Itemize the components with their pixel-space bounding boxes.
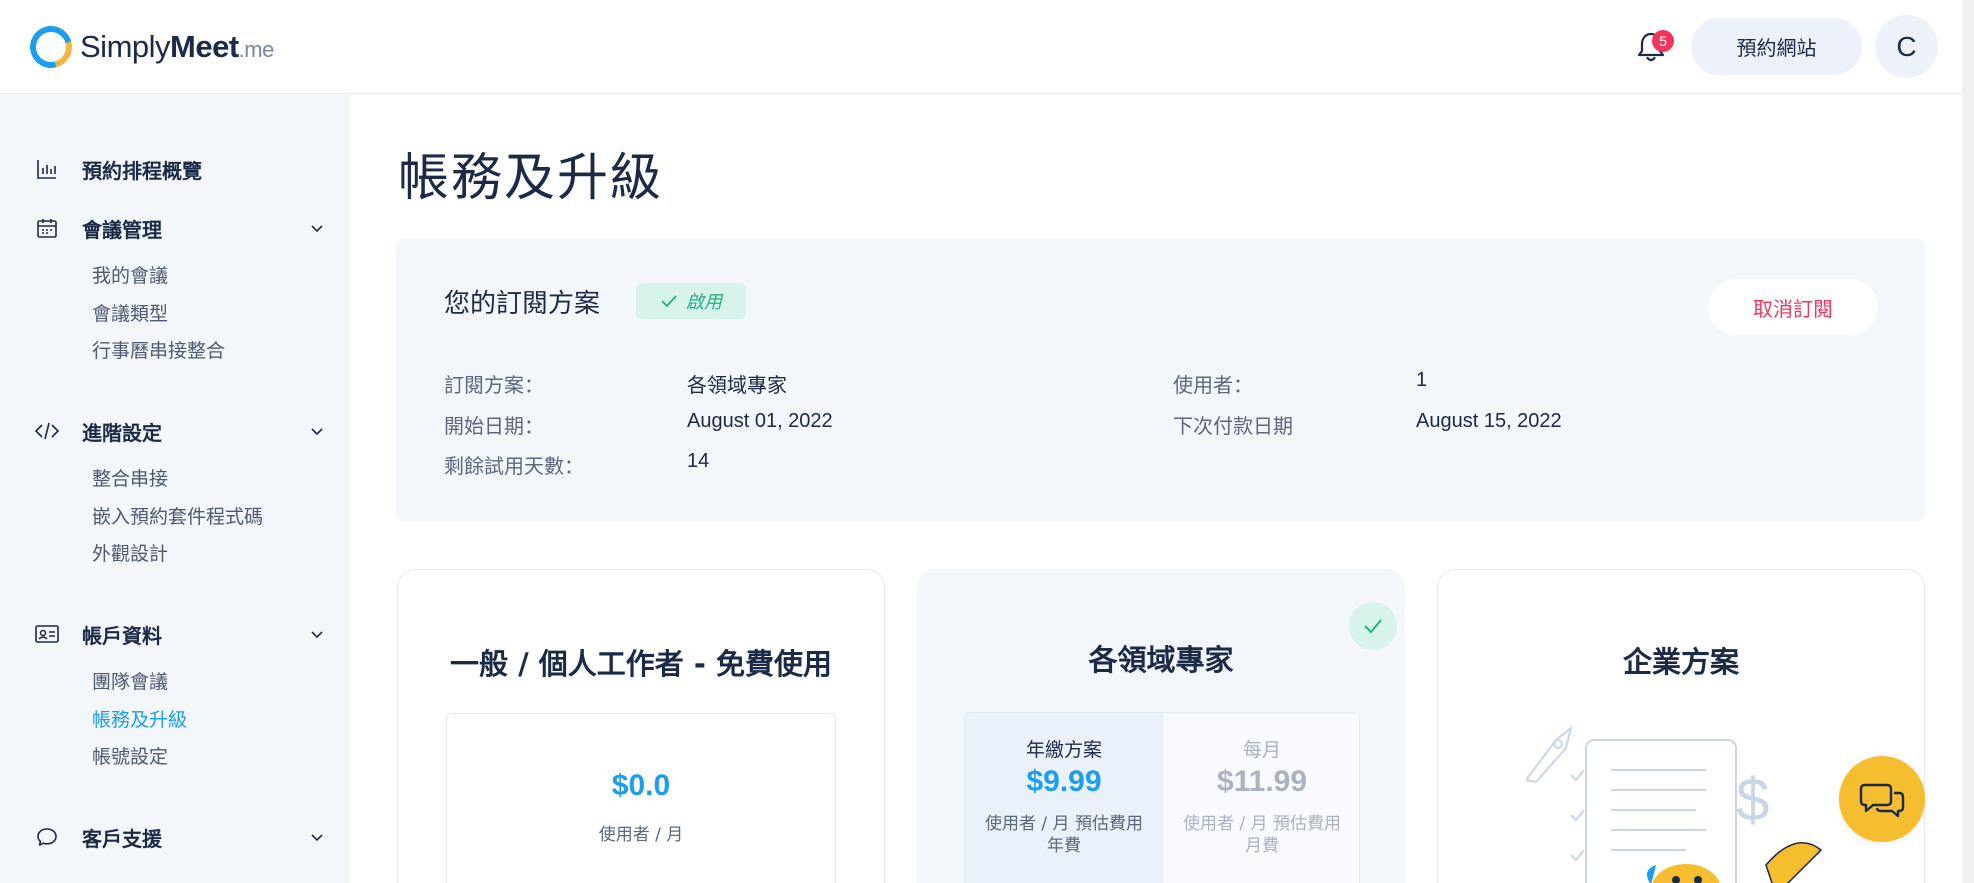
- start-date-value: August 01, 2022: [687, 410, 833, 432]
- sidebar-item-overview[interactable]: 預約排程概覽: [34, 153, 324, 185]
- chevron-down-icon: [311, 225, 323, 233]
- sidebar-item-calendar-integration[interactable]: 行事曆串接整合: [92, 333, 324, 371]
- monthly-price: $11.99: [1216, 765, 1308, 798]
- logo-text-simply: Simply: [80, 29, 171, 64]
- sidebar-item-label: 進階設定: [82, 420, 162, 445]
- sidebar-item-label: 客戶支援: [82, 826, 162, 851]
- monthly-label: 每月: [1242, 739, 1281, 761]
- sidebar-group-advanced: 進階設定 整合串接 嵌入預約套件程式碼 外觀設計: [34, 415, 324, 574]
- next-payment-label: 下次付款日期: [1173, 414, 1293, 438]
- annual-price: $9.99: [1026, 765, 1102, 798]
- users-value: 1: [1416, 369, 1428, 391]
- sidebar-item-my-meetings[interactable]: 我的會議: [92, 258, 324, 296]
- plan-name: 一般 / 個人工作者 - 免費使用: [449, 647, 832, 681]
- selected-check-icon: [1349, 602, 1397, 650]
- check-icon: [661, 295, 677, 308]
- cancel-subscription-button[interactable]: 取消訂閱: [1708, 279, 1878, 335]
- calendar-icon: [34, 215, 60, 241]
- annual-option[interactable]: 年繳方案 $9.99 使用者 / 月 預估費用 年費: [965, 713, 1163, 883]
- logo[interactable]: SimplyMeet.me: [22, 18, 275, 76]
- avatar[interactable]: C: [1875, 15, 1938, 78]
- sidebar-item-embed-widget[interactable]: 嵌入預約套件程式碼: [92, 499, 324, 537]
- price-box: $0.0 使用者 / 月: [446, 713, 836, 883]
- monthly-option[interactable]: 每月 $11.99 使用者 / 月 預估費用 月費: [1163, 713, 1359, 883]
- sidebar-item-label: 預約排程概覽: [82, 158, 202, 183]
- billing-period-toggle: 年繳方案 $9.99 使用者 / 月 預估費用 年費 每月 $11.99 使用者…: [964, 712, 1360, 883]
- price-unit: 使用者 / 月: [598, 825, 684, 845]
- price: $0.0: [611, 769, 671, 802]
- plan-value: 各領域專家: [687, 373, 787, 397]
- sidebar-item-team-meetings[interactable]: 團隊會議: [92, 664, 324, 702]
- notification-badge: 5: [1652, 30, 1674, 52]
- next-payment-value: August 15, 2022: [1416, 410, 1562, 432]
- sidebar-item-account[interactable]: 帳戶資料: [34, 618, 324, 650]
- logo-text-meet: Meet: [170, 29, 239, 64]
- subscription-title: 您的訂閱方案: [444, 289, 601, 319]
- sidebar-item-account-settings[interactable]: 帳號設定: [92, 739, 324, 777]
- sidebar-item-integrations[interactable]: 整合串接: [92, 461, 324, 499]
- sidebar-item-meetings[interactable]: 會議管理: [34, 212, 324, 244]
- subscription-card: 您的訂閱方案 啟用 取消訂閱 訂閱方案： 各領域專家 開始日期： August …: [396, 239, 1925, 521]
- sidebar-group-support: 客戶支援: [34, 821, 324, 853]
- logo-text-suffix: .me: [238, 37, 275, 62]
- trial-days-value: 14: [687, 450, 710, 472]
- page-scrollbar[interactable]: [1962, 0, 1974, 883]
- sidebar-item-label: 會議管理: [82, 217, 162, 242]
- booking-site-button[interactable]: 預約網站: [1691, 18, 1862, 75]
- sidebar-group-account: 帳戶資料 團隊會議 帳務及升級 帳號設定: [34, 618, 324, 777]
- start-date-label: 開始日期：: [444, 414, 544, 438]
- sidebar-item-advanced[interactable]: 進階設定: [34, 415, 324, 447]
- id-card-icon: [34, 621, 60, 647]
- sidebar-item-support[interactable]: 客戶支援: [34, 821, 324, 853]
- chat-bubble-icon: [34, 824, 60, 850]
- chevron-down-icon: [311, 834, 323, 842]
- sidebar-item-appearance[interactable]: 外觀設計: [92, 536, 324, 574]
- chat-icon: [1859, 783, 1905, 818]
- code-icon: [34, 418, 60, 444]
- annual-note: 使用者 / 月 預估費用 年費: [985, 814, 1143, 856]
- sidebar-group-meetings: 會議管理 我的會議 會議類型 行事曆串接整合: [34, 212, 324, 371]
- sidebar-item-meeting-types[interactable]: 會議類型: [92, 296, 324, 334]
- sidebar-item-billing[interactable]: 帳務及升級: [92, 702, 324, 740]
- status-badge-label: 啟用: [686, 292, 722, 313]
- plan-card-free[interactable]: 一般 / 個人工作者 - 免費使用 $0.0 使用者 / 月: [397, 569, 885, 883]
- top-bar: SimplyMeet.me 5 預約網站 C: [0, 0, 1974, 94]
- page-title: 帳務及升級: [398, 149, 664, 208]
- monthly-note: 使用者 / 月 預估費用 月費: [1183, 814, 1341, 856]
- chevron-down-icon: [311, 428, 323, 436]
- users-label: 使用者：: [1173, 373, 1253, 397]
- status-badge: 啟用: [636, 283, 746, 319]
- logo-mark-icon: [22, 18, 80, 76]
- annual-label: 年繳方案: [1025, 739, 1102, 761]
- sidebar-item-label: 帳戶資料: [82, 623, 162, 648]
- live-chat-button[interactable]: [1839, 756, 1925, 842]
- chevron-down-icon: [311, 631, 323, 639]
- trial-days-label: 剩餘試用天數：: [444, 454, 584, 478]
- plan-name: 企業方案: [1622, 645, 1739, 679]
- plan-card-pro[interactable]: 各領域專家 年繳方案 $9.99 使用者 / 月 預估費用 年費 每月 $11.…: [917, 569, 1405, 883]
- plan-name: 各領域專家: [1088, 643, 1234, 677]
- plan-label: 訂閱方案：: [444, 373, 544, 397]
- bar-chart-icon: [34, 156, 60, 182]
- plan-card-enterprise[interactable]: 企業方案 $: [1437, 569, 1925, 883]
- svg-text:$: $: [1736, 766, 1769, 833]
- sidebar: 預約排程概覽 會議管理 我的會議 會議類型 行事曆串接整合 進階設定 整合串接 …: [0, 95, 350, 883]
